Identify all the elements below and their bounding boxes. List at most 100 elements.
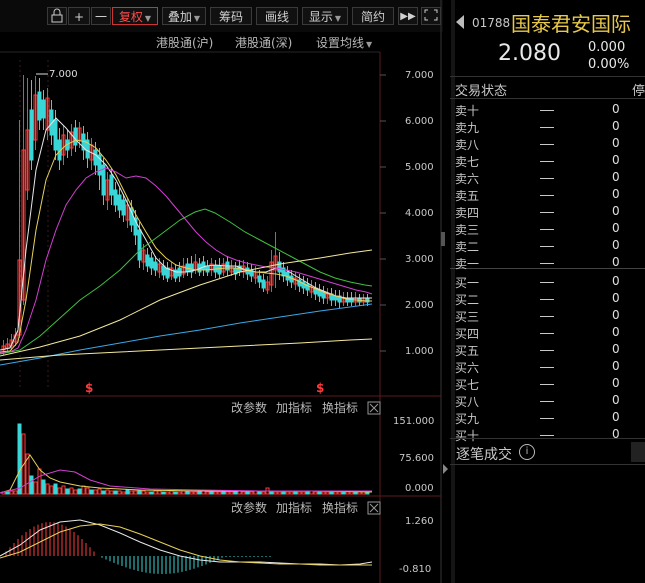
- close-icon[interactable]: [367, 401, 381, 415]
- volume-bar: [49, 485, 54, 495]
- volume-bar: [193, 491, 198, 495]
- volume-bar: [65, 488, 70, 495]
- volume-bar: [153, 490, 158, 495]
- volume-bar: [41, 479, 46, 495]
- volume-bar: [37, 468, 42, 495]
- volume-bars: [1, 423, 370, 495]
- volume-bar: [17, 423, 22, 495]
- candle-body: [205, 265, 210, 273]
- ask-volume: 0: [612, 119, 620, 133]
- volume-bar: [69, 487, 74, 495]
- volume-bar: [289, 491, 294, 495]
- volume-bar: [73, 489, 78, 495]
- macd-add-indicator-button[interactable]: 加指标: [276, 500, 312, 515]
- ask-level-label: 卖十: [455, 104, 480, 118]
- candles: [1, 75, 370, 355]
- volume-bar: [261, 491, 266, 495]
- bid-volume: 0: [612, 410, 620, 424]
- volume-bar: [13, 490, 18, 495]
- volume-bar: [333, 491, 338, 495]
- volume-bar: [113, 490, 118, 495]
- volume-bar: [137, 489, 142, 495]
- trade-status-label: 交易状态: [455, 84, 508, 99]
- dividend-marker-icon[interactable]: $: [316, 381, 324, 395]
- ask-level-label: 卖九: [455, 121, 480, 135]
- splitter-grip[interactable]: [441, 232, 445, 246]
- ma-line-magenta: [0, 167, 373, 354]
- bid-volume: 0: [612, 359, 620, 373]
- candle-body: [41, 99, 46, 119]
- volume-tick: 151.000: [393, 416, 434, 427]
- volume-bar: [145, 491, 150, 495]
- volume-bar: [53, 483, 58, 495]
- volume-bar: [305, 491, 310, 495]
- price-tick: 2.000: [405, 300, 434, 311]
- volume-bar: [341, 491, 346, 495]
- ask-level-label: 卖五: [455, 189, 480, 203]
- price-change: 0.000: [588, 40, 626, 55]
- candle-body: [53, 119, 58, 151]
- expand-arrow-icon[interactable]: [443, 464, 448, 474]
- volume-bar: [349, 491, 354, 495]
- volume-bar: [229, 491, 234, 495]
- last-price: 2.080: [498, 41, 561, 66]
- candle-body: [93, 149, 98, 166]
- stock-name: 国泰君安国际: [511, 12, 631, 36]
- bid-price-empty: [540, 384, 554, 385]
- volume-bar: [189, 491, 194, 495]
- volume-bar: [301, 491, 306, 495]
- dividend-marker-icon[interactable]: $: [85, 381, 93, 395]
- collapse-arrow-icon[interactable]: [456, 15, 464, 29]
- volume-bar: [321, 491, 326, 495]
- close-icon[interactable]: [367, 501, 381, 515]
- volume-bar: [125, 489, 130, 495]
- volume-bar: [273, 491, 278, 495]
- divider: [450, 464, 645, 465]
- bid-price-empty: [540, 282, 554, 283]
- volume-switch-indicator-button[interactable]: 换指标: [322, 400, 358, 415]
- volume-bar: [181, 490, 186, 495]
- price-tick: 7.000: [405, 70, 434, 81]
- bid-level-label: 买三: [455, 310, 480, 324]
- volume-bar: [317, 491, 322, 495]
- volume-params-button[interactable]: 改参数: [231, 400, 267, 415]
- trades-scroll[interactable]: [631, 442, 645, 462]
- candle-body: [201, 261, 206, 271]
- candle-body: [29, 109, 34, 161]
- volume-add-indicator-button[interactable]: 加指标: [276, 400, 312, 415]
- volume-bar: [353, 491, 358, 495]
- volume-bar: [141, 490, 146, 495]
- bid-volume: 0: [612, 325, 620, 339]
- volume-bar: [325, 491, 330, 495]
- bid-volume: 0: [612, 274, 620, 288]
- ma-line-yellow: [0, 139, 372, 353]
- bid-level-label: 买一: [455, 276, 480, 290]
- bid-price-empty: [540, 333, 554, 334]
- divider: [450, 98, 645, 99]
- info-icon[interactable]: i: [519, 444, 535, 460]
- volume-bar: [77, 488, 82, 495]
- candle-body: [217, 265, 222, 275]
- volume-bar: [9, 490, 14, 495]
- ask-price-empty: [540, 144, 554, 145]
- bid-volume: 0: [612, 291, 620, 305]
- volume-bar: [165, 491, 170, 495]
- ask-volume: 0: [612, 136, 620, 150]
- price-change-pct: 0.00%: [588, 57, 630, 72]
- volume-bar: [105, 489, 110, 495]
- macd-switch-indicator-button[interactable]: 换指标: [322, 500, 358, 515]
- volume-bar: [345, 491, 350, 495]
- macd-params-button[interactable]: 改参数: [231, 500, 267, 515]
- volume-bar: [357, 491, 362, 495]
- volume-bar: [205, 491, 210, 495]
- volume-bar: [109, 490, 114, 495]
- volume-bar: [241, 491, 246, 495]
- ask-level-label: 卖三: [455, 223, 480, 237]
- ask-price-empty: [540, 110, 554, 111]
- trades-tab[interactable]: 逐笔成交: [456, 444, 512, 464]
- ask-volume: 0: [612, 153, 620, 167]
- kline-chart: 7.000 6.000 5.000 4.000 3.000 2.000 1.00…: [0, 0, 442, 583]
- stock-code: 01788: [472, 16, 511, 30]
- bid-level-label: 买六: [455, 361, 480, 375]
- ask-price-empty: [540, 263, 554, 264]
